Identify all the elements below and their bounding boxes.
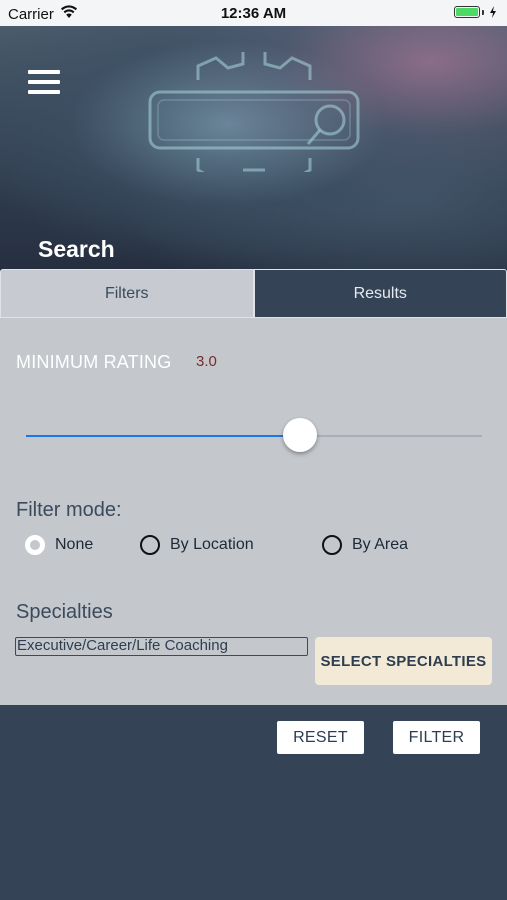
rating-slider[interactable] <box>26 418 482 454</box>
radio-by-location[interactable]: By Location <box>140 535 254 555</box>
minimum-rating-label: MINIMUM RATING <box>16 352 172 372</box>
filter-mode-label: Filter mode: <box>16 499 122 521</box>
tab-filters-label: Filters <box>104 284 149 302</box>
page-title: Search <box>38 236 115 262</box>
minimum-rating-value: 3.0 <box>196 353 217 370</box>
filters-panel: MINIMUM RATING 3.0 Filter mode: None By … <box>0 318 507 705</box>
search-header-banner: Search <box>0 26 507 270</box>
specialties-label: Specialties <box>16 601 113 623</box>
radio-selected-icon <box>25 535 45 555</box>
tab-bar: Filters Results <box>0 269 507 318</box>
specialties-field[interactable]: Executive/Career/Life Coaching <box>15 637 308 656</box>
filter-button[interactable]: FILTER <box>393 721 480 754</box>
hamburger-menu-icon[interactable] <box>28 70 60 94</box>
tab-results[interactable]: Results <box>253 269 507 318</box>
slider-track-fill <box>26 435 300 437</box>
reset-button[interactable]: RESET <box>277 721 364 754</box>
select-specialties-button[interactable]: SELECT SPECIALTIES <box>315 637 492 685</box>
radio-by-area[interactable]: By Area <box>322 535 408 555</box>
radio-none[interactable]: None <box>25 535 93 555</box>
radio-unselected-icon <box>322 535 342 555</box>
status-bar: Carrier 12:36 AM <box>0 0 507 26</box>
radio-by-area-label: By Area <box>352 536 409 553</box>
tab-filters[interactable]: Filters <box>0 269 254 318</box>
gear-search-logo-icon <box>148 52 360 182</box>
status-time: 12:36 AM <box>220 5 287 22</box>
tab-results-label: Results <box>353 284 407 302</box>
battery-icon <box>454 6 497 18</box>
radio-none-label: None <box>55 536 94 553</box>
radio-by-location-label: By Location <box>170 536 254 553</box>
slider-thumb[interactable] <box>283 418 317 452</box>
radio-unselected-icon <box>140 535 160 555</box>
